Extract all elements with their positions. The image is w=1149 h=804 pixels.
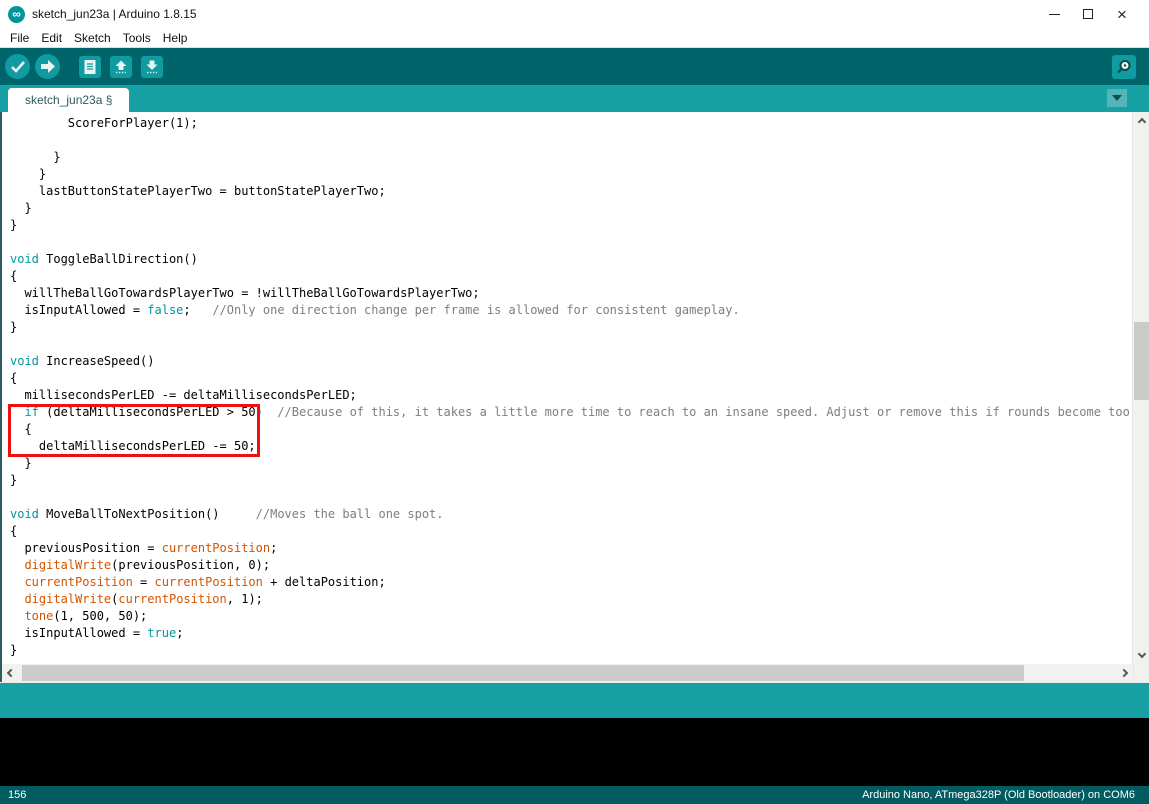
cursor-line-number: 156 — [8, 789, 26, 801]
serial-monitor-button[interactable] — [1112, 55, 1136, 79]
menu-edit[interactable]: Edit — [35, 31, 68, 45]
chevron-left-icon — [7, 669, 15, 677]
code-line: } — [10, 455, 1132, 472]
menu-file[interactable]: File — [4, 31, 35, 45]
code-line: } — [10, 319, 1132, 336]
code-line: previousPosition = currentPosition; — [10, 540, 1132, 557]
code-line: tone(1, 500, 50); — [10, 608, 1132, 625]
chevron-down-icon — [1137, 650, 1145, 658]
document-icon — [83, 59, 97, 75]
arduino-logo-icon: ∞ — [8, 6, 25, 23]
save-button[interactable] — [141, 56, 163, 78]
code-area[interactable]: ScoreForPlayer(1); } } lastButtonStatePl… — [2, 112, 1132, 664]
menu-tools[interactable]: Tools — [117, 31, 157, 45]
menu-help[interactable]: Help — [157, 31, 194, 45]
verify-button[interactable] — [5, 54, 30, 79]
menu-bar: File Edit Sketch Tools Help — [0, 28, 1149, 48]
code-line: { — [10, 268, 1132, 285]
code-line: } — [10, 149, 1132, 166]
close-button[interactable]: × — [1105, 3, 1139, 25]
title-bar: ∞ sketch_jun23a | Arduino 1.8.15 × — [0, 0, 1149, 28]
code-line: isInputAllowed = false; //Only one direc… — [10, 302, 1132, 319]
code-line: } — [10, 642, 1132, 659]
status-bar: 156 Arduino Nano, ATmega328P (Old Bootlo… — [0, 786, 1149, 804]
code-line: void MoveBallToNextPosition() //Moves th… — [10, 506, 1132, 523]
code-line: } — [10, 166, 1132, 183]
scroll-up-button[interactable] — [1133, 114, 1149, 130]
new-sketch-button[interactable] — [79, 56, 101, 78]
tab-label: sketch_jun23a § — [25, 93, 112, 107]
open-button[interactable] — [110, 56, 132, 78]
window-controls: × — [1037, 3, 1149, 25]
code-line: millisecondsPerLED -= deltaMillisecondsP… — [10, 387, 1132, 404]
console-output — [0, 718, 1149, 786]
magnifier-icon — [1114, 57, 1134, 77]
message-strip — [0, 682, 1149, 718]
arrow-right-icon — [35, 54, 60, 79]
tab-sketch-jun23a[interactable]: sketch_jun23a § — [8, 88, 129, 112]
minimize-icon — [1049, 14, 1060, 15]
code-line — [10, 336, 1132, 353]
editor-region: ScoreForPlayer(1); } } lastButtonStatePl… — [0, 112, 1149, 664]
code-line: digitalWrite(previousPosition, 0); — [10, 557, 1132, 574]
code-line: { — [10, 370, 1132, 387]
code-line — [10, 489, 1132, 506]
arrow-down-icon — [144, 59, 160, 75]
window-title: sketch_jun23a | Arduino 1.8.15 — [32, 7, 197, 21]
horizontal-scrollbar[interactable] — [0, 664, 1149, 682]
code-line: } — [10, 472, 1132, 489]
chevron-right-icon — [1120, 669, 1128, 677]
arrow-up-icon — [113, 59, 129, 75]
code-line: ScoreForPlayer(1); — [10, 115, 1132, 132]
board-port-info: Arduino Nano, ATmega328P (Old Bootloader… — [862, 789, 1135, 801]
checkmark-icon — [5, 54, 30, 79]
triangle-down-icon — [1112, 95, 1122, 101]
tab-list-button[interactable] — [1107, 89, 1127, 107]
code-line: currentPosition = currentPosition + delt… — [10, 574, 1132, 591]
code-line: } — [10, 200, 1132, 217]
code-line: digitalWrite(currentPosition, 1); — [10, 591, 1132, 608]
minimize-button[interactable] — [1037, 3, 1071, 25]
scroll-right-button[interactable] — [1115, 664, 1133, 682]
code-line: } — [10, 217, 1132, 234]
scroll-left-button[interactable] — [2, 664, 20, 682]
code-line: void ToggleBallDirection() — [10, 251, 1132, 268]
scroll-down-button[interactable] — [1133, 646, 1149, 662]
code-line: willTheBallGoTowardsPlayerTwo = !willThe… — [10, 285, 1132, 302]
code-line — [10, 132, 1132, 149]
menu-sketch[interactable]: Sketch — [68, 31, 117, 45]
maximize-button[interactable] — [1071, 3, 1105, 25]
code-line: void IncreaseSpeed() — [10, 353, 1132, 370]
close-icon: × — [1117, 6, 1127, 23]
upload-button[interactable] — [35, 54, 60, 79]
scrollbar-corner — [1133, 664, 1149, 682]
chevron-up-icon — [1137, 118, 1145, 126]
tab-strip: sketch_jun23a § — [0, 85, 1149, 112]
vertical-scroll-thumb[interactable] — [1134, 322, 1149, 400]
horizontal-scroll-thumb[interactable] — [22, 665, 1024, 681]
code-line: { — [10, 523, 1132, 540]
vertical-scrollbar[interactable] — [1132, 112, 1149, 664]
toolbar — [0, 48, 1149, 85]
code-line: lastButtonStatePlayerTwo = buttonStatePl… — [10, 183, 1132, 200]
annotation-highlight-box — [8, 404, 260, 457]
arduino-ide-window: ∞ sketch_jun23a | Arduino 1.8.15 × File … — [0, 0, 1149, 804]
maximize-icon — [1083, 9, 1093, 19]
code-line: isInputAllowed = true; — [10, 625, 1132, 642]
code-line — [10, 234, 1132, 251]
